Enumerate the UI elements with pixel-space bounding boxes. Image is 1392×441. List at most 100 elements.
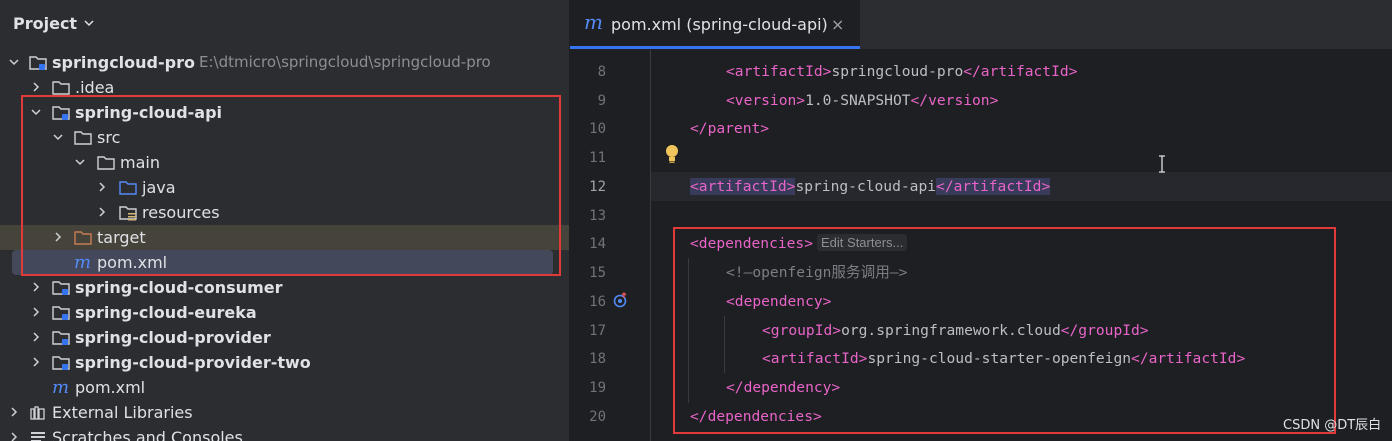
module-folder-icon bbox=[52, 281, 70, 295]
xml-tag: </artifactId> bbox=[963, 63, 1078, 80]
code-line-14[interactable]: <dependencies> Edit Starters... bbox=[690, 229, 908, 258]
tree-row-idea[interactable]: .idea bbox=[0, 75, 569, 100]
tree-row-springcloud-pro[interactable]: springcloud-pro E:\dtmicro\springcloud\s… bbox=[0, 50, 569, 75]
tree-row-spring-cloud-api[interactable]: spring-cloud-api bbox=[0, 100, 569, 125]
tree-row-resources[interactable]: resources bbox=[0, 200, 569, 225]
folder-icon bbox=[74, 131, 92, 145]
line-number: 9 bbox=[597, 93, 606, 109]
xml-text: springcloud-pro bbox=[831, 63, 964, 80]
active-tab-indicator bbox=[570, 46, 860, 49]
xml-tag: </dependencies> bbox=[690, 408, 822, 425]
chevron-right-icon[interactable] bbox=[30, 281, 42, 293]
maven-icon: m bbox=[584, 10, 603, 34]
indent-guide bbox=[650, 50, 651, 441]
tab-pom-xml[interactable]: m pom.xml (spring-cloud-api) × bbox=[570, 0, 860, 49]
code-line-16[interactable]: <dependency> bbox=[726, 287, 831, 316]
module-folder-icon bbox=[52, 331, 70, 345]
tree-row-label: Scratches and Consoles bbox=[52, 428, 243, 441]
chevron-down-icon[interactable] bbox=[8, 56, 20, 68]
xml-tag: <dependency> bbox=[726, 293, 832, 310]
edit-starters-hint[interactable]: Edit Starters... bbox=[817, 234, 908, 251]
tree-row-spring-cloud-eureka[interactable]: spring-cloud-eureka bbox=[0, 300, 569, 325]
lightbulb-icon[interactable] bbox=[664, 144, 680, 164]
chevron-right-icon[interactable] bbox=[52, 231, 64, 243]
tree-row-label: spring-cloud-api bbox=[75, 103, 223, 122]
code-line-10[interactable]: </parent> bbox=[690, 114, 769, 143]
chevron-right-icon[interactable] bbox=[30, 81, 42, 93]
tree-row-label: pom.xml bbox=[97, 253, 168, 272]
tree-row-main[interactable]: main bbox=[0, 150, 569, 175]
line-number: 20 bbox=[589, 409, 606, 425]
code-line-8[interactable]: <artifactId>springcloud-pro</artifactId> bbox=[726, 57, 1077, 86]
code-line-9[interactable]: <version>1.0-SNAPSHOT</version> bbox=[726, 86, 998, 115]
tree-row-label: main bbox=[120, 153, 160, 172]
chevron-right-icon[interactable] bbox=[96, 206, 108, 218]
code-line-19[interactable]: </dependency> bbox=[726, 373, 840, 402]
project-panel-header[interactable]: Project bbox=[0, 0, 569, 50]
xml-tag: </version> bbox=[910, 92, 999, 109]
chevron-down-icon[interactable] bbox=[52, 131, 64, 143]
chevron-right-icon[interactable] bbox=[8, 406, 20, 418]
line-number: 11 bbox=[589, 150, 606, 166]
chevron-down-icon[interactable] bbox=[74, 156, 86, 168]
code-line-15[interactable]: <!—openfeign服务调用—> bbox=[726, 258, 907, 287]
xml-tag: <version> bbox=[726, 92, 806, 109]
xml-tag-matched: </artifactId> bbox=[936, 178, 1051, 195]
xml-tag: <artifactId> bbox=[726, 63, 832, 80]
line-number: 10 bbox=[589, 121, 606, 137]
line-number: 14 bbox=[589, 236, 606, 252]
line-number: 17 bbox=[589, 323, 606, 339]
tree-row-spring-cloud-provider-two[interactable]: spring-cloud-provider-two bbox=[0, 350, 569, 375]
line-number: 13 bbox=[589, 208, 606, 224]
tree-row-label: src bbox=[97, 128, 121, 147]
tree-row-spring-cloud-consumer[interactable]: spring-cloud-consumer bbox=[0, 275, 569, 300]
folder-icon bbox=[52, 81, 70, 95]
project-panel-title[interactable]: Project bbox=[13, 14, 77, 33]
tree-row-label: resources bbox=[142, 203, 220, 222]
tree-row-label: java bbox=[142, 178, 176, 197]
close-icon[interactable]: × bbox=[831, 15, 844, 34]
code-line-20[interactable]: </dependencies> bbox=[690, 402, 822, 431]
line-number-current: 12 bbox=[589, 179, 606, 195]
chevron-right-icon[interactable] bbox=[30, 356, 42, 368]
folder-icon bbox=[97, 156, 115, 170]
xml-tag: </dependency> bbox=[726, 379, 841, 396]
module-folder-icon bbox=[52, 306, 70, 320]
code-line-12[interactable]: <artifactId>spring-cloud-api</artifactId… bbox=[690, 172, 1051, 201]
tree-row-target[interactable]: target bbox=[0, 225, 569, 250]
tree-row-root-pom-xml[interactable]: m pom.xml bbox=[0, 375, 569, 400]
xml-tag: <dependencies> bbox=[690, 235, 814, 252]
chevron-right-icon[interactable] bbox=[30, 331, 42, 343]
chevron-right-icon[interactable] bbox=[8, 431, 20, 441]
text-cursor-icon bbox=[1159, 155, 1165, 173]
xml-comment: <!—openfeign服务调用—> bbox=[726, 264, 908, 281]
xml-tag: </groupId> bbox=[1060, 322, 1149, 339]
xml-tag: <groupId> bbox=[762, 322, 842, 339]
excluded-folder-icon bbox=[74, 231, 92, 245]
tree-row-label: pom.xml bbox=[75, 378, 146, 397]
tree-row-external-libraries[interactable]: External Libraries bbox=[0, 400, 569, 425]
resources-folder-icon bbox=[119, 206, 137, 221]
chevron-right-icon[interactable] bbox=[30, 306, 42, 318]
library-icon bbox=[30, 406, 45, 420]
module-folder-icon bbox=[29, 56, 47, 70]
tree-row-spring-cloud-provider[interactable]: spring-cloud-provider bbox=[0, 325, 569, 350]
navigate-to-dependency-icon[interactable] bbox=[613, 292, 629, 308]
maven-icon: m bbox=[52, 377, 70, 398]
scratches-icon bbox=[31, 432, 45, 441]
tree-row-pom-xml-selected[interactable]: m pom.xml bbox=[0, 250, 569, 275]
tree-row-src[interactable]: src bbox=[0, 125, 569, 150]
code-line-17[interactable]: <groupId>org.springframework.cloud</grou… bbox=[762, 316, 1149, 345]
project-tool-window: Project springcloud-pro E:\dtmicro\sprin… bbox=[0, 0, 569, 441]
code-line-18[interactable]: <artifactId>spring-cloud-starter-openfei… bbox=[762, 344, 1245, 373]
xml-tag-matched: <artifactId> bbox=[690, 178, 796, 195]
chevron-down-icon[interactable] bbox=[83, 17, 95, 29]
tab-label: pom.xml (spring-cloud-api) bbox=[611, 15, 828, 34]
chevron-right-icon[interactable] bbox=[96, 181, 108, 193]
xml-tag: <artifactId> bbox=[762, 350, 868, 367]
tree-row-label: spring-cloud-consumer bbox=[75, 278, 283, 297]
chevron-down-icon[interactable] bbox=[30, 106, 42, 118]
tree-row-label: spring-cloud-provider-two bbox=[75, 353, 311, 372]
tree-row-scratches-and-consoles[interactable]: Scratches and Consoles bbox=[0, 425, 569, 441]
tree-row-java[interactable]: java bbox=[0, 175, 569, 200]
